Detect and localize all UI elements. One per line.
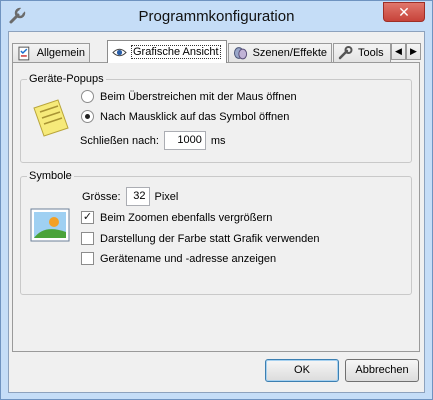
check-color-row[interactable]: Darstellung der Farbe statt Grafik verwe… (81, 232, 320, 245)
groupbox-symbols: Symbole Grösse: 32 Pixel ✓ Beim Zoomen e… (20, 170, 412, 295)
radio-hover[interactable]: Beim Überstreichen mit der Maus öffnen (81, 90, 297, 103)
radio-click[interactable]: Nach Mausklick auf das Symbol öffnen (81, 110, 289, 123)
tab-allgemein[interactable]: Allgemein (12, 43, 90, 62)
config-window: Programmkonfiguration ✕ Allgemein Grafis… (0, 0, 433, 400)
tab-label: Tools (358, 47, 384, 59)
window-title: Programmkonfiguration (138, 8, 295, 25)
tab-strip: Allgemein Grafische Ansicht Szenen/Effek… (12, 40, 422, 63)
dialog-body: Allgemein Grafische Ansicht Szenen/Effek… (8, 31, 425, 393)
sticky-note-icon (33, 99, 69, 137)
title-bar[interactable]: Programmkonfiguration ✕ (1, 1, 432, 31)
check-zoom-row[interactable]: ✓ Beim Zoomen ebenfalls vergrößern (81, 211, 272, 224)
checklist-icon (18, 46, 30, 60)
close-button[interactable]: ✕ (383, 2, 425, 22)
tab-grafische-ansicht[interactable]: Grafische Ansicht (107, 40, 227, 63)
checkbox-label: Gerätename und -adresse anzeigen (100, 252, 277, 265)
tab-page-grafische-ansicht: Geräte-Popups Beim Überstreichen mit der… (12, 62, 420, 352)
size-label: Grösse: (82, 190, 121, 203)
checkbox-name[interactable] (81, 252, 94, 265)
radio-button[interactable] (81, 110, 94, 123)
tab-szenen-effekte[interactable]: Szenen/Effekte (228, 43, 332, 62)
groupbox-title: Geräte-Popups (27, 73, 106, 85)
tab-scroll-left-button[interactable]: ◀ (391, 43, 406, 60)
checkbox-color[interactable] (81, 232, 94, 245)
ok-button[interactable]: OK (265, 359, 339, 382)
close-after-row: Schließen nach: 1000 ms (80, 131, 226, 150)
check-name-row[interactable]: Gerätename und -adresse anzeigen (81, 252, 276, 265)
checkbox-zoom[interactable]: ✓ (81, 211, 94, 224)
close-after-input[interactable]: 1000 (163, 131, 206, 150)
landscape-picture-icon (30, 208, 70, 242)
radio-label: Beim Überstreichen mit der Maus öffnen (100, 90, 297, 103)
groupbox-popups: Geräte-Popups Beim Überstreichen mit der… (20, 73, 412, 163)
radio-button[interactable] (81, 90, 94, 103)
checkbox-label: Beim Zoomen ebenfalls vergrößern (100, 211, 273, 224)
eye-icon (112, 48, 127, 56)
tab-scroll-right-button[interactable]: ▶ (406, 43, 421, 60)
tab-tools[interactable]: Tools (333, 43, 391, 62)
size-row: Grösse: 32 Pixel (82, 187, 178, 206)
tools-icon (338, 45, 353, 59)
groupbox-title: Symbole (27, 170, 74, 182)
close-after-label: Schließen nach: (80, 134, 159, 147)
checkbox-label: Darstellung der Farbe statt Grafik verwe… (100, 232, 320, 245)
tab-label: Grafische Ansicht (131, 45, 221, 59)
close-after-unit: ms (210, 134, 226, 147)
masks-icon (233, 46, 248, 59)
size-unit: Pixel (154, 190, 179, 203)
tab-label: Szenen/Effekte (252, 47, 327, 59)
cancel-button[interactable]: Abbrechen (345, 359, 419, 382)
tab-label: Allgemein (36, 47, 85, 59)
size-input[interactable]: 32 (125, 187, 150, 206)
radio-label: Nach Mausklick auf das Symbol öffnen (100, 110, 290, 123)
